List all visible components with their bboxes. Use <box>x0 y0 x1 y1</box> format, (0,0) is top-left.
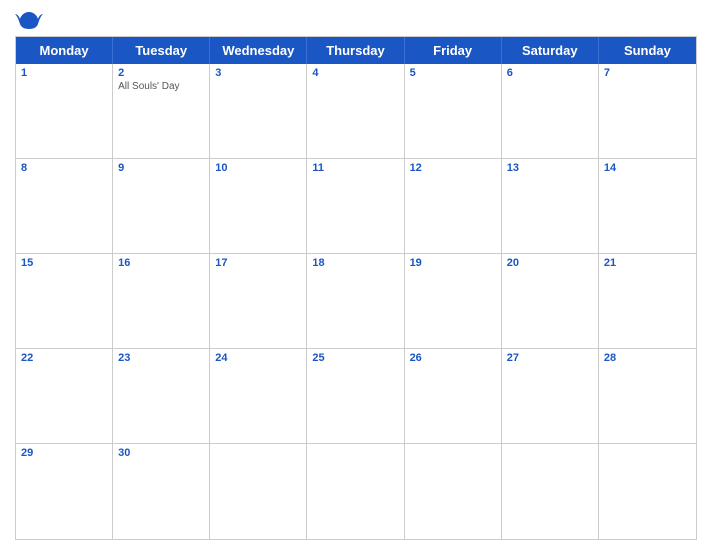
day-header-friday: Friday <box>405 37 502 64</box>
calendar-cell: 9 <box>113 159 210 254</box>
calendar-cell <box>307 444 404 539</box>
calendar-cell <box>502 444 599 539</box>
calendar-grid: 12All Souls' Day345678910111213141516171… <box>16 64 696 539</box>
calendar-cell: 18 <box>307 254 404 349</box>
calendar-cell: 24 <box>210 349 307 444</box>
calendar-cell: 1 <box>16 64 113 159</box>
date-number: 11 <box>312 162 398 174</box>
date-number: 17 <box>215 257 301 269</box>
calendar-cell: 20 <box>502 254 599 349</box>
calendar-cell <box>405 444 502 539</box>
date-number: 24 <box>215 352 301 364</box>
calendar-cell: 7 <box>599 64 696 159</box>
event-label: All Souls' Day <box>118 81 204 92</box>
calendar-cell: 23 <box>113 349 210 444</box>
day-header-tuesday: Tuesday <box>113 37 210 64</box>
date-number: 20 <box>507 257 593 269</box>
day-header-saturday: Saturday <box>502 37 599 64</box>
date-number: 28 <box>604 352 691 364</box>
date-number: 7 <box>604 67 691 79</box>
date-number: 16 <box>118 257 204 269</box>
day-header-sunday: Sunday <box>599 37 696 64</box>
date-number: 6 <box>507 67 593 79</box>
calendar-cell: 15 <box>16 254 113 349</box>
calendar-cell: 30 <box>113 444 210 539</box>
date-number: 25 <box>312 352 398 364</box>
date-number: 22 <box>21 352 107 364</box>
calendar-cell: 26 <box>405 349 502 444</box>
date-number: 14 <box>604 162 691 174</box>
calendar-cell: 22 <box>16 349 113 444</box>
page-header <box>15 10 697 30</box>
calendar-cell: 28 <box>599 349 696 444</box>
calendar-cell: 19 <box>405 254 502 349</box>
logo-bird-icon <box>15 10 43 30</box>
day-header-thursday: Thursday <box>307 37 404 64</box>
calendar-cell: 13 <box>502 159 599 254</box>
calendar-cell <box>599 444 696 539</box>
date-number: 23 <box>118 352 204 364</box>
date-number: 21 <box>604 257 691 269</box>
calendar-cell: 12 <box>405 159 502 254</box>
date-number: 5 <box>410 67 496 79</box>
date-number: 13 <box>507 162 593 174</box>
calendar-cell: 14 <box>599 159 696 254</box>
date-number: 29 <box>21 447 107 459</box>
logo <box>15 10 51 30</box>
date-number: 1 <box>21 67 107 79</box>
calendar-cell: 29 <box>16 444 113 539</box>
calendar-cell: 10 <box>210 159 307 254</box>
date-number: 10 <box>215 162 301 174</box>
date-number: 18 <box>312 257 398 269</box>
calendar-cell: 3 <box>210 64 307 159</box>
date-number: 9 <box>118 162 204 174</box>
calendar-cell: 6 <box>502 64 599 159</box>
day-header-monday: Monday <box>16 37 113 64</box>
calendar-cell: 27 <box>502 349 599 444</box>
calendar-cell: 8 <box>16 159 113 254</box>
date-number: 15 <box>21 257 107 269</box>
date-number: 27 <box>507 352 593 364</box>
date-number: 30 <box>118 447 204 459</box>
calendar-cell: 4 <box>307 64 404 159</box>
calendar-cell: 17 <box>210 254 307 349</box>
day-headers-row: MondayTuesdayWednesdayThursdayFridaySatu… <box>16 37 696 64</box>
date-number: 26 <box>410 352 496 364</box>
calendar-cell <box>210 444 307 539</box>
date-number: 2 <box>118 67 204 79</box>
day-header-wednesday: Wednesday <box>210 37 307 64</box>
date-number: 19 <box>410 257 496 269</box>
date-number: 8 <box>21 162 107 174</box>
date-number: 3 <box>215 67 301 79</box>
calendar-cell: 11 <box>307 159 404 254</box>
date-number: 4 <box>312 67 398 79</box>
calendar: MondayTuesdayWednesdayThursdayFridaySatu… <box>15 36 697 540</box>
calendar-cell: 5 <box>405 64 502 159</box>
calendar-cell: 16 <box>113 254 210 349</box>
calendar-cell: 21 <box>599 254 696 349</box>
calendar-cell: 2 All Souls' Day <box>113 64 210 159</box>
calendar-cell: 25 <box>307 349 404 444</box>
date-number: 12 <box>410 162 496 174</box>
